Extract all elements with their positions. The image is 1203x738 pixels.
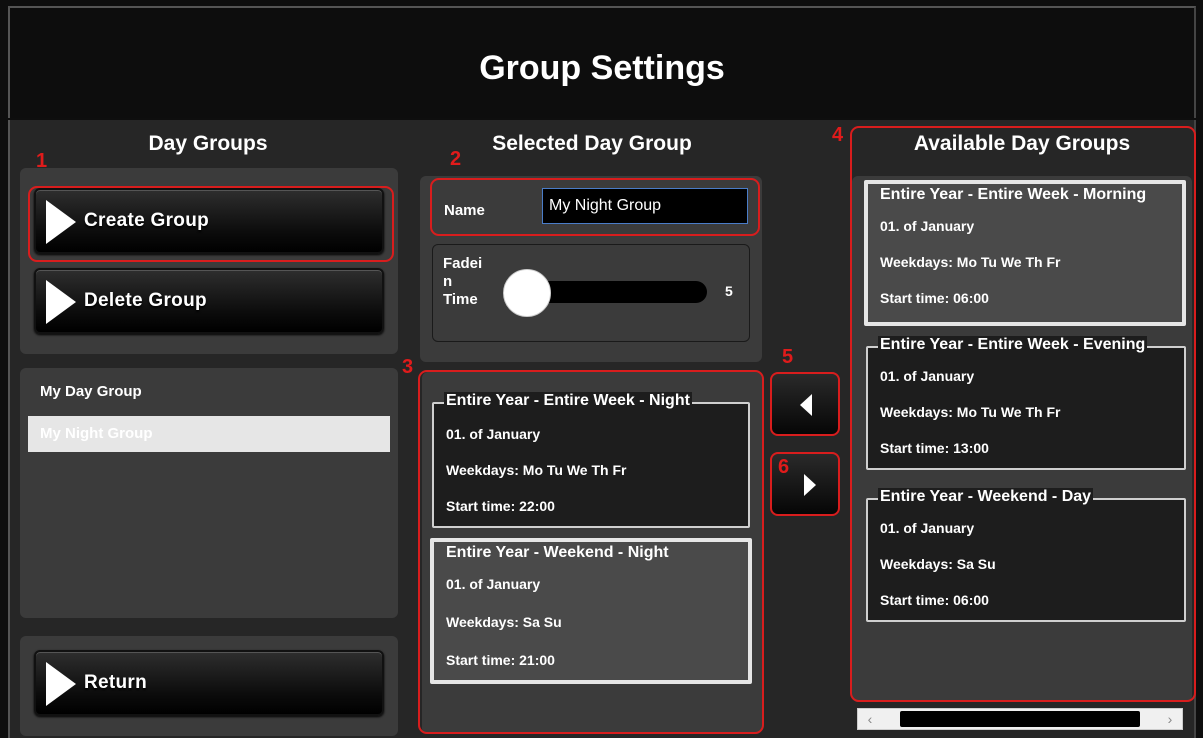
horizontal-scrollbar[interactable]: ‹ › [857,708,1183,730]
list-item-my-night-group[interactable]: My Night Group [28,416,390,452]
annotation-marker-6: 6 [778,456,790,478]
play-triangle-icon [46,662,76,706]
page-title: Group Settings [479,49,725,87]
annotation-marker-3: 3 [402,356,414,378]
annotation-outline-2 [430,178,760,236]
play-triangle-icon [46,280,76,324]
annotation-outline-3 [418,370,764,734]
return-panel: Return [20,636,398,736]
list-item-label: My Night Group [40,425,153,442]
scroll-left-icon[interactable]: ‹ [860,710,880,728]
fade-in-label: Fadei n Time [443,255,483,308]
move-to-selected-button[interactable] [770,372,840,436]
scroll-right-icon[interactable]: › [1160,710,1180,728]
return-button[interactable]: Return [34,650,384,716]
annotation-marker-5: 5 [782,346,794,368]
left-arrow-icon [800,394,812,416]
day-group-list: My Day Group My Night Group [20,368,398,618]
delete-group-label: Delete Group [84,290,207,311]
fade-in-time-group: Fadei n Time 5 [432,244,750,342]
list-item-label: My Day Group [40,383,142,400]
annotation-outline-1 [28,186,394,262]
delete-group-button[interactable]: Delete Group [34,268,384,334]
right-arrow-icon [804,474,816,496]
fade-in-slider-knob[interactable] [503,269,551,317]
annotation-marker-2: 2 [450,148,462,170]
annotation-outline-4 [850,126,1196,702]
selected-group-title: Selected Day Group [492,132,692,155]
day-groups-title: Day Groups [148,132,268,155]
fade-in-value: 5 [725,283,733,299]
annotation-marker-4: 4 [832,124,844,146]
scroll-thumb[interactable] [900,711,1140,727]
annotation-marker-1: 1 [36,150,48,172]
return-label: Return [84,672,148,693]
header-bar: Group Settings [8,6,1196,118]
fade-in-slider-track[interactable] [529,281,707,303]
list-item-my-day-group[interactable]: My Day Group [28,374,390,410]
